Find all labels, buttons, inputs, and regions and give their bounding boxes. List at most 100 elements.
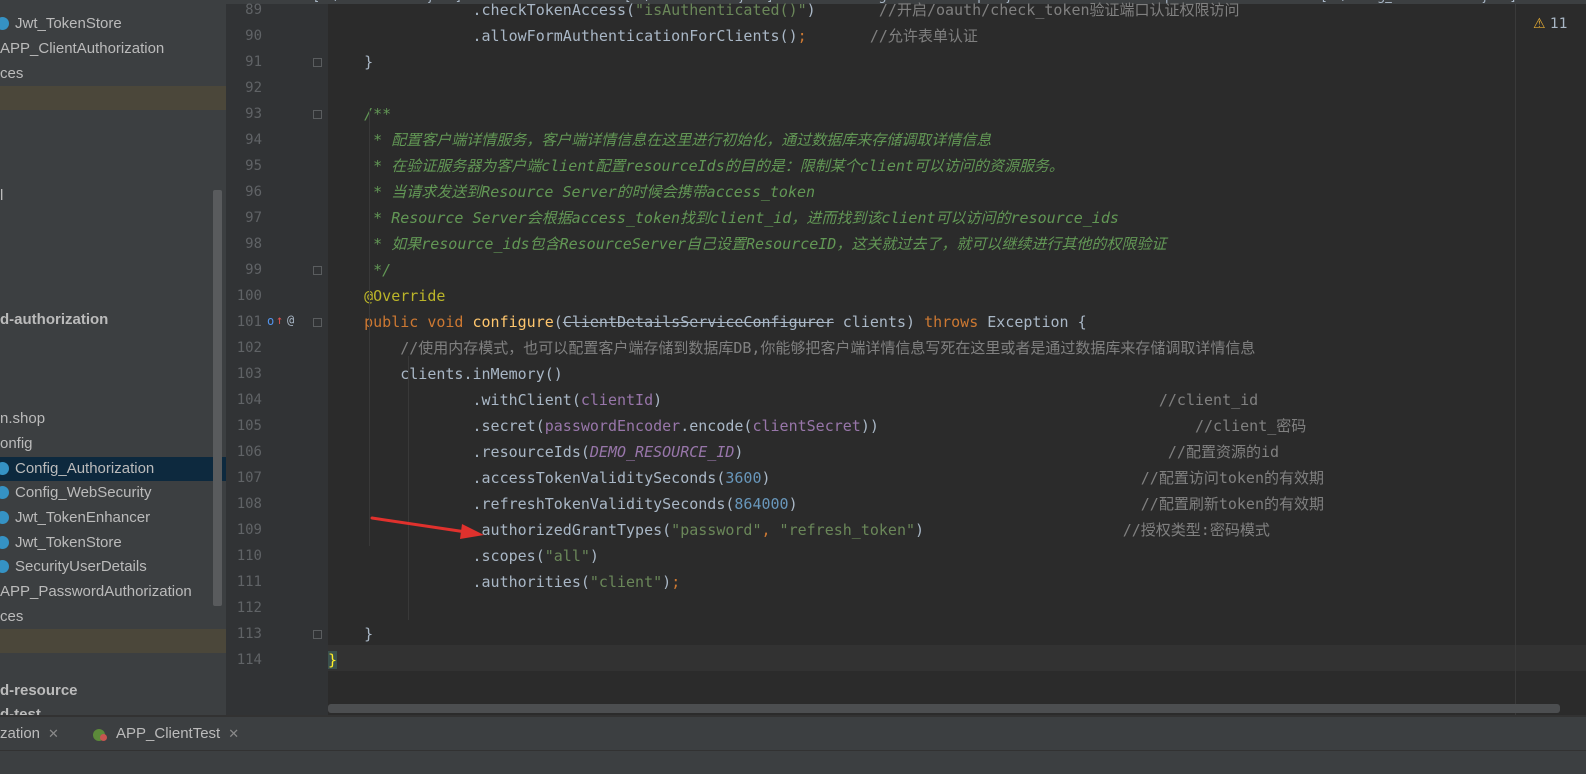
red-arrow-annotation xyxy=(370,516,484,539)
tree-item[interactable]: APP_ClientAuthorization xyxy=(0,37,226,61)
tree-item-label: onfig xyxy=(0,435,33,452)
editor-horizontal-scrollbar[interactable] xyxy=(328,704,1560,713)
tree-item[interactable]: Config_WebSecurity xyxy=(0,481,226,505)
line-number: 91 xyxy=(245,54,262,70)
tree-item-label: ces xyxy=(0,608,24,625)
tree-item[interactable]: l xyxy=(0,184,226,208)
tree-item[interactable]: d-resource xyxy=(0,679,226,703)
code-token: ) xyxy=(734,443,1168,461)
run-tab-label: APP_ClientTest xyxy=(116,725,221,742)
code-token: 864000 xyxy=(734,495,789,513)
tree-item[interactable] xyxy=(0,629,226,653)
code-line[interactable]: .secret(passwordEncoder.encode(clientSec… xyxy=(328,413,1306,439)
fold-marker-icon[interactable] xyxy=(313,266,322,275)
code-token: Exception { xyxy=(987,313,1087,331)
right-margin-guide xyxy=(1515,4,1516,715)
code-line[interactable]: .checkTokenAccess("isAuthenticated()") /… xyxy=(328,0,1239,23)
code-line[interactable]: } xyxy=(328,49,373,75)
code-line[interactable]: .allowFormAuthenticationForClients(); //… xyxy=(328,23,977,49)
tree-item[interactable]: APP_PasswordAuthorization xyxy=(0,580,226,604)
line-number: 107 xyxy=(236,470,262,486)
code-token: //使用内存模式，也可以配置客户端存储到数据库DB,你能够把客户端详情信息写死在… xyxy=(400,339,1256,357)
close-icon[interactable]: ✕ xyxy=(48,726,59,741)
tree-item-label: n.shop xyxy=(0,410,46,427)
tree-item[interactable]: ces xyxy=(0,605,226,629)
tree-item[interactable]: SecurityUserDetails xyxy=(0,555,226,579)
code-line[interactable]: } xyxy=(328,647,338,673)
code-token: ; xyxy=(671,573,681,591)
fold-marker-icon[interactable] xyxy=(313,630,322,639)
code-token: )) xyxy=(860,417,1195,435)
code-line[interactable]: * 配置客户端详情服务，客户端详情信息在这里进行初始化，通过数据库来存储调取详情… xyxy=(328,127,991,153)
tree-item[interactable]: Config_Authorization xyxy=(0,457,226,481)
line-number: 100 xyxy=(236,288,262,304)
code-line[interactable]: .authorities("client"); xyxy=(328,569,680,595)
code-line[interactable]: .resourceIds(DEMO_RESOURCE_ID) //配置资源的id xyxy=(328,439,1279,465)
fold-marker-icon[interactable] xyxy=(313,318,322,327)
code-token: "client" xyxy=(589,573,663,591)
tree-item-label: Jwt_TokenStore xyxy=(15,534,122,551)
fold-marker-icon[interactable] xyxy=(313,58,322,67)
tree-item[interactable]: d-test xyxy=(0,703,226,715)
project-tree-scrollbar[interactable] xyxy=(213,190,222,606)
close-icon[interactable]: ✕ xyxy=(228,726,239,741)
tree-item[interactable]: Jwt_TokenStore xyxy=(0,531,226,555)
run-tab-authorization[interactable]: zation ✕ xyxy=(0,722,59,746)
tree-item[interactable]: n.shop xyxy=(0,407,226,431)
tree-item-label: Jwt_TokenEnhancer xyxy=(15,509,151,526)
code-line[interactable]: * Resource Server会根据access_token找到client… xyxy=(328,205,1119,231)
class-icon xyxy=(0,486,9,499)
code-line[interactable]: * 如果resource_ids包含ResourceServer自己设置Reso… xyxy=(328,231,1166,257)
code-token: clientId xyxy=(580,391,654,409)
code-line[interactable]: * 当请求发送到Resource Server的时候会携带access_toke… xyxy=(328,179,815,205)
code-line[interactable]: .scopes("all") xyxy=(328,543,598,569)
tree-item-label: APP_ClientAuthorization xyxy=(0,40,165,57)
warning-count: 11 xyxy=(1550,16,1568,32)
tree-item-label: APP_PasswordAuthorization xyxy=(0,583,192,600)
tree-item[interactable]: Jwt_TokenStore xyxy=(0,12,226,36)
line-number: 101 xyxy=(236,314,262,330)
line-number: 102 xyxy=(236,340,262,356)
inspection-warning[interactable]: ⚠ 11 xyxy=(1533,16,1568,32)
code-token: ClientDetailsServiceConfigurer xyxy=(562,313,834,331)
code-line[interactable]: //使用内存模式，也可以配置客户端存储到数据库DB,你能够把客户端详情信息写死在… xyxy=(328,335,1255,361)
code-token: .encode( xyxy=(680,417,753,435)
code-line[interactable]: public void configure(ClientDetailsServi… xyxy=(328,309,1087,335)
implements-method-icon[interactable]: o xyxy=(267,314,274,328)
code-line[interactable]: clients.inMemory() xyxy=(328,361,563,387)
code-token: .accessTokenValiditySeconds( xyxy=(328,469,726,487)
run-tab-app-clienttest[interactable]: APP_ClientTest ✕ xyxy=(116,722,239,746)
code-token: * 如果resource_ids包含ResourceServer自己设置Reso… xyxy=(373,235,1167,253)
tree-item[interactable]: d-authorization xyxy=(0,308,226,332)
tree-item[interactable] xyxy=(0,86,226,110)
code-line[interactable]: .accessTokenValiditySeconds(3600) //配置访问… xyxy=(328,465,1324,491)
annotation-at-icon[interactable]: @ xyxy=(287,313,294,327)
code-token: configure xyxy=(472,313,554,331)
warning-icon: ⚠ xyxy=(1533,16,1546,32)
line-number: 93 xyxy=(245,106,262,122)
override-up-arrow-icon[interactable]: ↑ xyxy=(276,313,283,327)
code-line[interactable]: /** xyxy=(328,101,391,127)
code-line[interactable]: */ xyxy=(328,257,391,283)
fold-marker-icon[interactable] xyxy=(313,110,322,119)
code-line[interactable]: } xyxy=(328,621,373,647)
line-number: 114 xyxy=(236,652,262,668)
code-token: clients) xyxy=(833,313,925,331)
class-icon xyxy=(0,17,9,30)
line-number: 110 xyxy=(236,548,262,564)
code-line[interactable]: @Override xyxy=(328,283,445,309)
code-token: ) xyxy=(915,521,1123,539)
code-line[interactable]: .withClient(clientId) //client_id xyxy=(328,387,1258,413)
code-token: } xyxy=(328,53,374,71)
tree-item[interactable]: ces xyxy=(0,62,226,86)
project-tree[interactable]: Jwt_TokenStore APP_ClientAuthorizationces… xyxy=(0,4,226,715)
code-line[interactable]: * 在验证服务器为客户端client配置resourceIds的目的是：限制某个… xyxy=(328,153,1064,179)
tree-item[interactable]: onfig xyxy=(0,432,226,456)
code-token: * 配置客户端详情服务，客户端详情信息在这里进行初始化，通过数据库来存储调取详情… xyxy=(373,131,992,149)
tree-item[interactable]: Jwt_TokenEnhancer xyxy=(0,506,226,530)
